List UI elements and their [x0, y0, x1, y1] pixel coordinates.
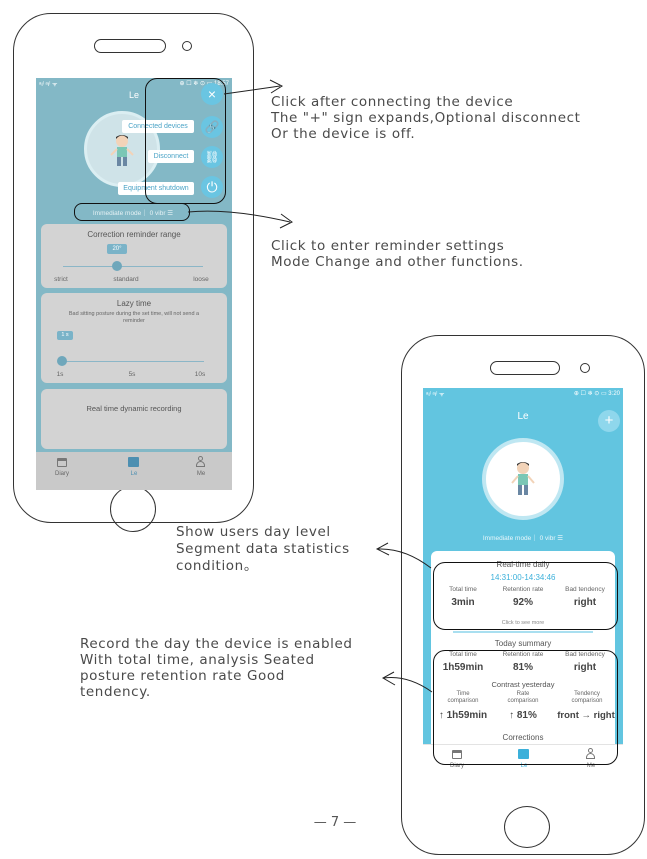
reminder-note-line2: Mode Change and other functions.: [271, 254, 524, 270]
record-note-line1: Record the day the device is enabled: [80, 636, 353, 652]
day-level-note-line1: Show users day level: [176, 524, 331, 540]
record-note-line4: tendency.: [80, 684, 151, 700]
connect-note-line2: The "+" sign expands,Optional disconnect: [271, 110, 581, 126]
record-note-line2: With total time, analysis Seated: [80, 652, 315, 668]
reminder-note-line1: Click to enter reminder settings: [271, 238, 505, 254]
record-note-line3: posture retention rate Good: [80, 668, 285, 684]
connect-note-line3: Or the device is off.: [271, 126, 416, 142]
day-level-note-line3: condition。: [176, 558, 258, 574]
page-number: — 7 —: [313, 815, 357, 830]
connect-note-line1: Click after connecting the device: [271, 94, 514, 110]
day-level-note-line2: Segment data statistics: [176, 541, 350, 557]
